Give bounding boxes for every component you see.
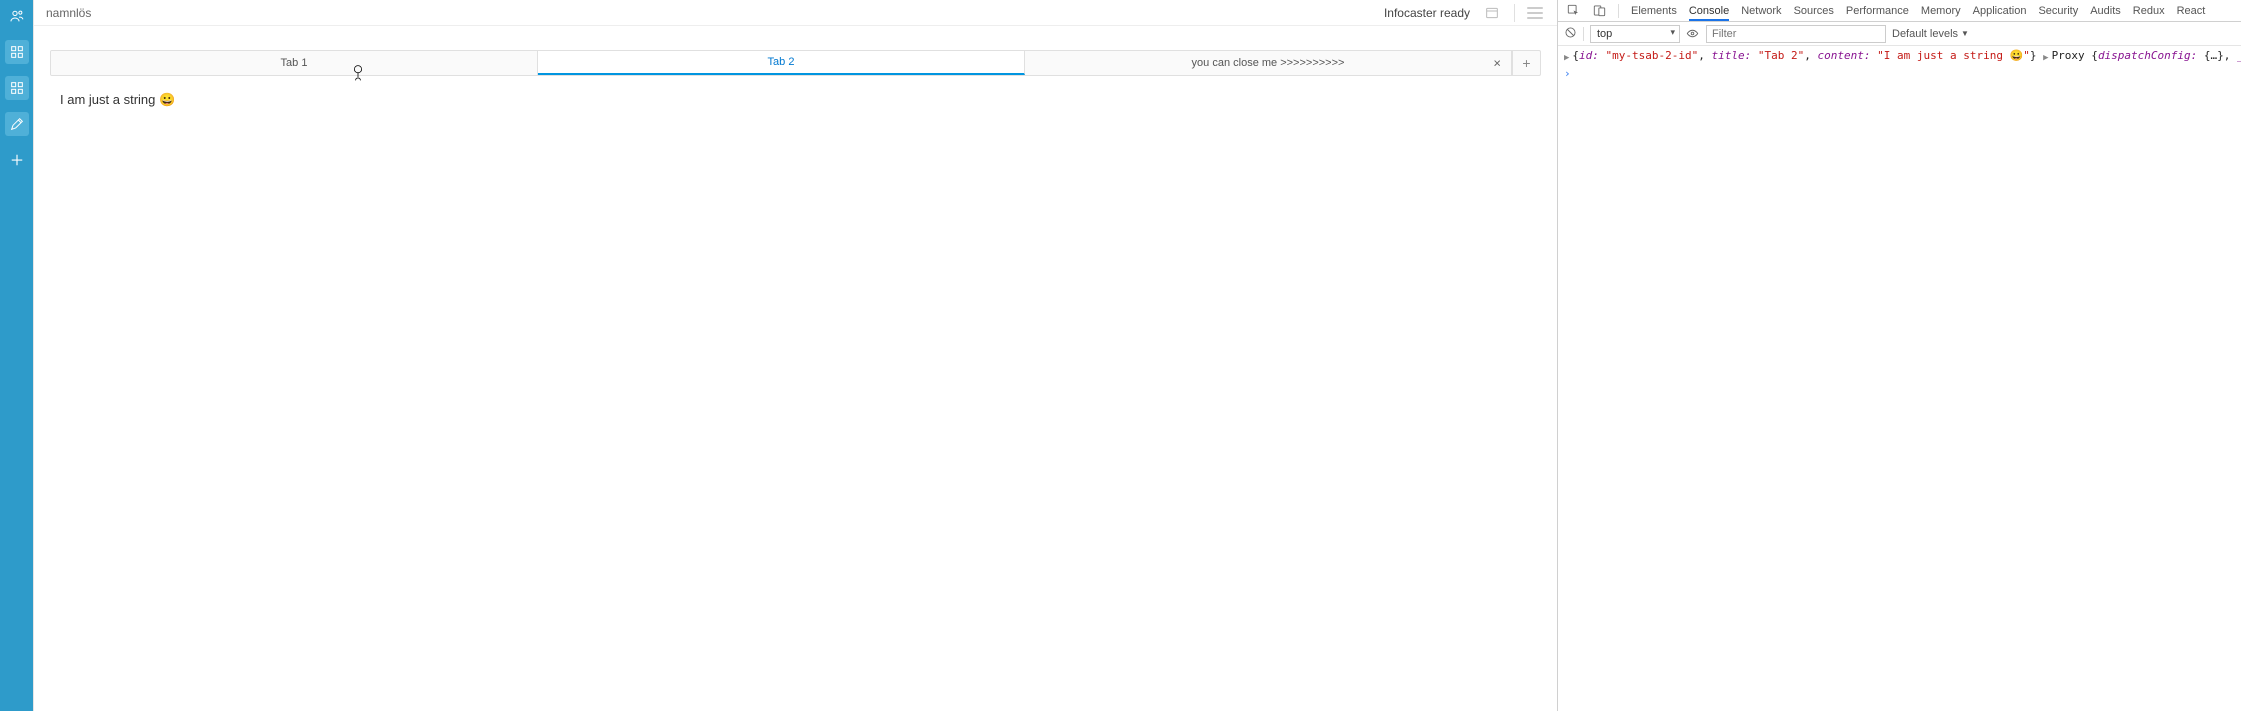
page-title: namnlös (46, 6, 1384, 20)
devtools-tab-application[interactable]: Application (1973, 1, 2027, 21)
devtools-tabs: Elements Console Network Sources Perform… (1558, 0, 2241, 22)
content-zone: Tab 1 Tab 2 you can close me >>>>>>>>>> … (34, 26, 1557, 711)
inspect-icon[interactable] (1566, 4, 1580, 18)
filter-input-wrapper (1706, 25, 1886, 43)
console-toolbar: top Default levels ▼ (1558, 22, 2241, 46)
add-tab-button[interactable]: + (1512, 51, 1540, 75)
devtools-tab-redux[interactable]: Redux (2133, 1, 2165, 21)
plus-icon[interactable] (5, 148, 29, 172)
devtools-tab-audits[interactable]: Audits (2090, 1, 2121, 21)
context-selector[interactable]: top (1590, 25, 1680, 43)
devtools-tab-console[interactable]: Console (1689, 1, 1729, 21)
devtools-tab-network[interactable]: Network (1741, 1, 1781, 21)
menu-icon[interactable] (1525, 4, 1545, 22)
devtools-tab-performance[interactable]: Performance (1846, 1, 1909, 21)
tab-2[interactable]: Tab 2 (538, 51, 1025, 75)
tab-label: Tab 2 (768, 56, 795, 68)
tab-1[interactable]: Tab 1 (51, 51, 538, 75)
devtools-tab-react[interactable]: React (2177, 1, 2206, 21)
tab-label: you can close me >>>>>>>>>> (1192, 57, 1345, 69)
people-icon[interactable] (5, 4, 29, 28)
pencil-icon[interactable] (5, 112, 29, 136)
levels-label: Default levels (1892, 28, 1958, 40)
title-bar: namnlös Infocaster ready (34, 0, 1557, 26)
status-text: Infocaster ready (1384, 6, 1470, 20)
expand-caret-icon[interactable]: ▶ (2043, 48, 2048, 66)
window-icon[interactable] (1482, 3, 1502, 23)
tab-3[interactable]: you can close me >>>>>>>>>> × (1025, 51, 1512, 75)
console-output: ▶ {id: "my-tsab-2-id", title: "Tab 2", c… (1558, 46, 2241, 711)
filter-input[interactable] (1707, 26, 1885, 42)
context-value: top (1597, 28, 1612, 40)
expand-caret-icon[interactable]: ▶ (1564, 48, 1569, 66)
grid-icon-1[interactable] (5, 40, 29, 64)
divider (1583, 27, 1584, 41)
tab-strip: Tab 1 Tab 2 you can close me >>>>>>>>>> … (50, 50, 1541, 76)
tab-content-text: I am just a string 😀 (60, 92, 175, 107)
console-prompt[interactable]: › (1558, 66, 2241, 82)
device-icon[interactable] (1592, 4, 1606, 18)
chevron-down-icon: ▼ (1961, 29, 1969, 38)
devtools-tab-security[interactable]: Security (2038, 1, 2078, 21)
grid-icon-2[interactable] (5, 76, 29, 100)
app-pane: namnlös Infocaster ready Tab 1 Tab 2 you… (33, 0, 1557, 711)
console-log-line[interactable]: ▶ {id: "my-tsab-2-id", title: "Tab 2", c… (1558, 48, 2241, 66)
tab-label: Tab 1 (281, 57, 308, 69)
devtools-tab-elements[interactable]: Elements (1631, 1, 1677, 21)
divider (1514, 4, 1515, 22)
log-levels-selector[interactable]: Default levels ▼ (1892, 28, 1969, 40)
tab-body: I am just a string 😀 (50, 76, 1541, 124)
close-tab-icon[interactable]: × (1491, 55, 1503, 72)
devtools-panel: Elements Console Network Sources Perform… (1557, 0, 2241, 711)
live-expression-icon[interactable] (1686, 27, 1700, 41)
devtools-tab-sources[interactable]: Sources (1794, 1, 1834, 21)
divider (1618, 4, 1619, 18)
left-rail (0, 0, 33, 711)
clear-console-icon[interactable] (1564, 26, 1577, 42)
devtools-tab-memory[interactable]: Memory (1921, 1, 1961, 21)
